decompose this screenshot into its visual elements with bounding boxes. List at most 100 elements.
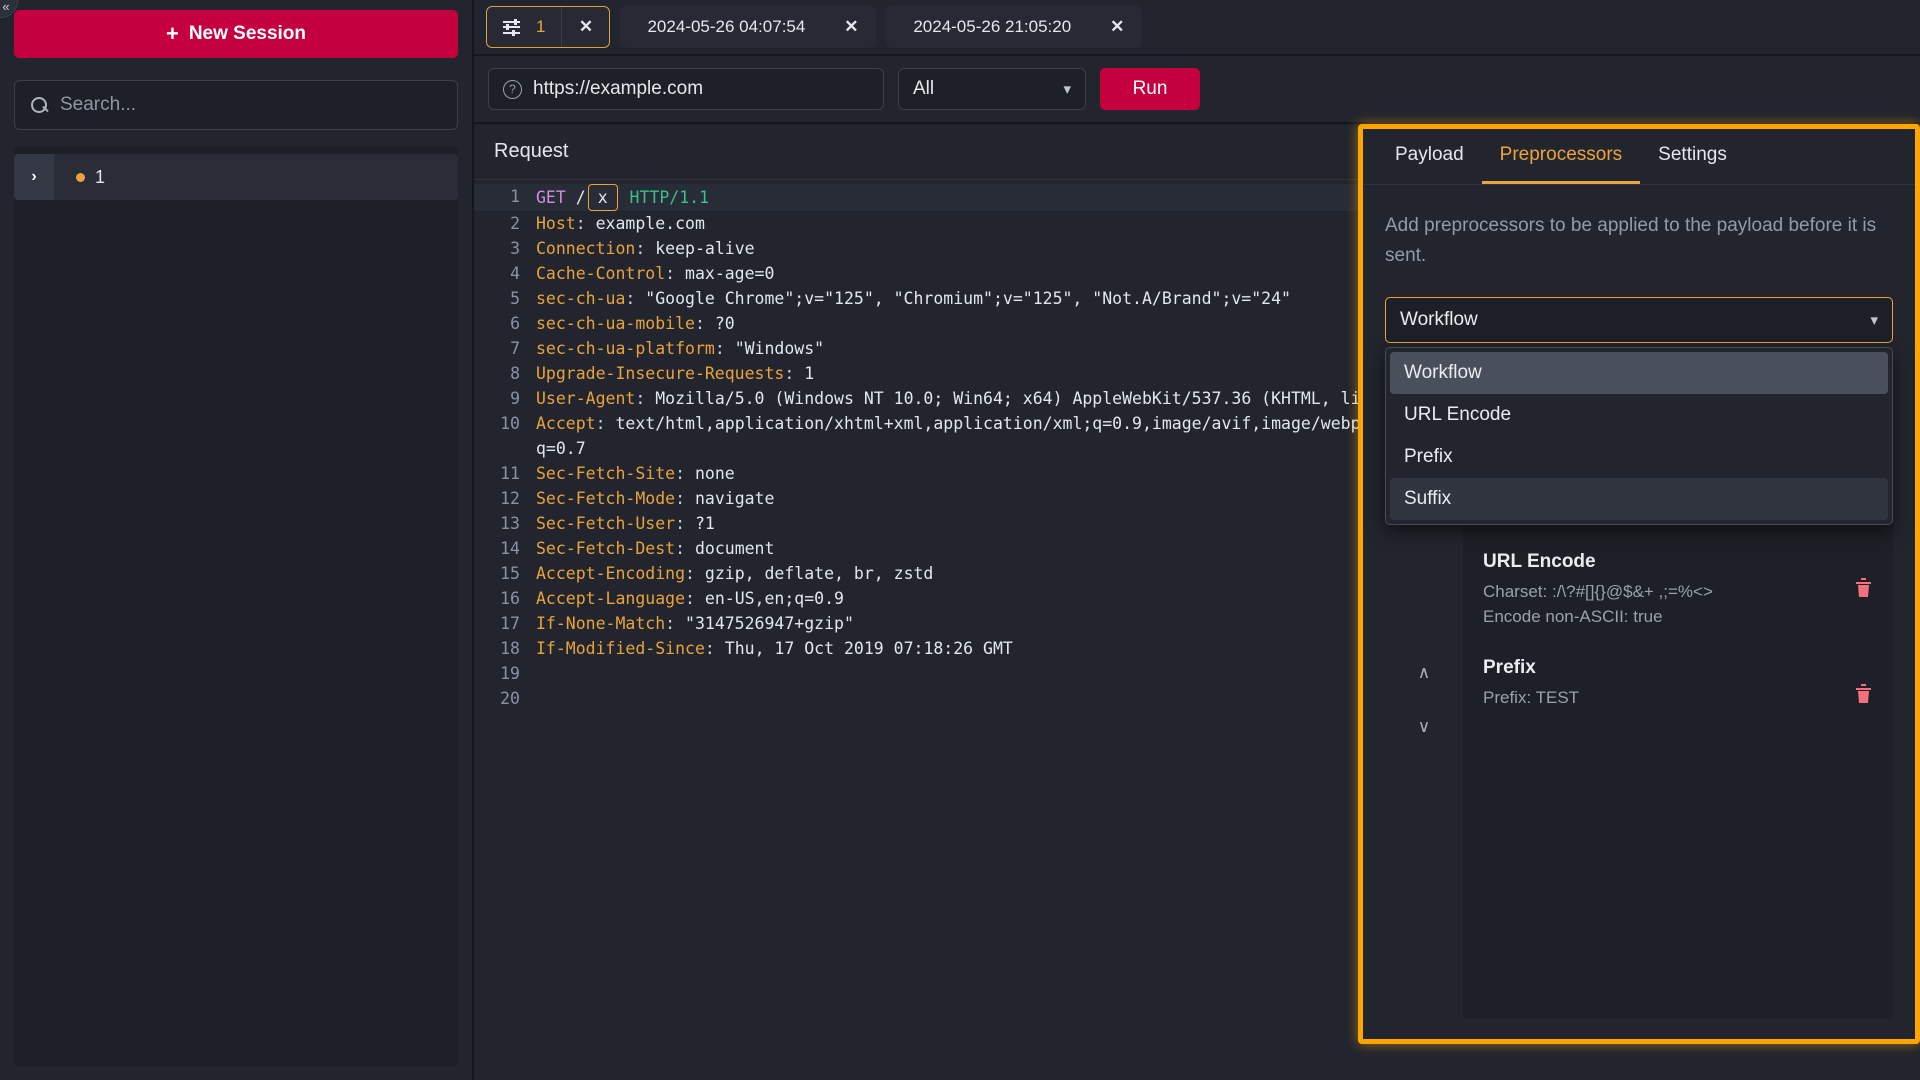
code-token: Sec-Fetch-User [536, 514, 676, 533]
menu-option-suffix[interactable]: Suffix [1390, 478, 1888, 520]
code-token: HTTP/1.1 [619, 188, 710, 207]
line-number: 4 [510, 264, 520, 283]
tab-label: 2024-05-26 04:07:54 [647, 17, 806, 36]
new-session-button[interactable]: + New Session [14, 10, 458, 58]
line-number: 17 [500, 614, 520, 633]
line-number: 10 [500, 414, 520, 433]
panel-lower: ∧ ∨ Active preprocessors URL Encode Char… [1385, 485, 1893, 1039]
line-number: 8 [510, 364, 520, 383]
code-token: "Google Chrome";v="125", "Chromium";v="1… [645, 289, 1291, 308]
code-token: : [665, 264, 686, 283]
close-icon[interactable]: ✕ [561, 7, 609, 47]
tab-preprocessors[interactable]: Preprocessors [1481, 129, 1641, 184]
chevron-right-icon[interactable]: › [14, 154, 54, 200]
code-token: document [694, 539, 775, 558]
code-token: User-Agent [536, 389, 636, 408]
search-icon [31, 96, 48, 114]
code-token: : [685, 564, 705, 583]
code-text: If-None-Match: "3147526947+gzip" [536, 611, 854, 636]
code-token: "3147526947+gzip" [685, 614, 854, 633]
search-input[interactable]: Search... [14, 80, 458, 130]
tab-settings[interactable]: Settings [1640, 129, 1745, 184]
menu-option-workflow[interactable]: Workflow [1390, 352, 1888, 394]
tab-payload[interactable]: Payload [1377, 129, 1482, 184]
panel-body: Add preprocessors to be applied to the p… [1363, 185, 1915, 1039]
code-token: : [665, 614, 686, 633]
menu-option-url-encode[interactable]: URL Encode [1390, 394, 1888, 436]
code-token: : [635, 389, 656, 408]
code-token: : [685, 589, 705, 608]
chevron-down-icon: ▾ [1063, 81, 1071, 98]
line-number: 15 [500, 564, 520, 583]
scope-select[interactable]: All ▾ [898, 68, 1086, 110]
line-number: 3 [510, 239, 520, 258]
line-number: 9 [510, 389, 520, 408]
active-preprocessor-item: URL Encode Charset: :/\?#[]{}@$&+ ,;=%<>… [1483, 551, 1873, 629]
code-token: keep-alive [655, 239, 755, 258]
code-token: "Windows" [734, 339, 825, 358]
close-icon[interactable]: ✕ [827, 7, 875, 47]
menu-option-prefix[interactable]: Prefix [1390, 436, 1888, 478]
session-list: › 1 [14, 146, 458, 1066]
code-token: : [675, 489, 695, 508]
code-token: : [714, 339, 735, 358]
preprocessor-select[interactable]: Workflow ▾ [1385, 297, 1893, 343]
session-list-item[interactable]: › 1 [14, 154, 458, 200]
active-preprocessors-box: Active preprocessors URL Encode Charset:… [1463, 485, 1893, 1019]
tab-session-2[interactable]: 2024-05-26 21:05:20 ✕ [886, 6, 1143, 48]
code-token: : [625, 289, 646, 308]
move-up-icon[interactable]: ∧ [1418, 663, 1430, 683]
code-token: Sec-Fetch-Dest [536, 539, 676, 558]
line-number: 7 [510, 339, 520, 358]
scope-value: All [913, 78, 935, 99]
code-token: : [635, 239, 656, 258]
code-text: Sec-Fetch-User: ?1 [536, 511, 715, 536]
code-text: GET / x HTTP/1.1 [536, 184, 709, 211]
code-token: sec-ch-ua-platform [536, 339, 715, 358]
preprocessor-dropdown-menu: Workflow URL Encode Prefix Suffix [1385, 347, 1893, 525]
code-token: / [575, 188, 586, 207]
sliders-icon [503, 18, 520, 36]
code-token: ?1 [694, 514, 715, 533]
code-text: Sec-Fetch-Mode: navigate [536, 486, 774, 511]
new-session-label: New Session [188, 23, 307, 44]
url-value: https://example.com [533, 78, 704, 99]
plus-icon: + [165, 21, 179, 46]
preprocessor-detail-prefix: Prefix: TEST [1483, 688, 1580, 707]
code-token: : [694, 314, 715, 333]
sidebar: « + New Session Search... › 1 [0, 0, 474, 1080]
url-input[interactable]: ? https://example.com [488, 68, 884, 110]
line-number: 6 [510, 314, 520, 333]
trash-icon[interactable] [1854, 683, 1873, 709]
preprocessors-panel: Payload Preprocessors Settings Add prepr… [1358, 124, 1920, 1044]
line-number: 5 [510, 289, 520, 308]
code-token: Accept-Encoding [536, 564, 686, 583]
run-button[interactable]: Run [1100, 68, 1200, 110]
code-token: Accept-Language [536, 589, 686, 608]
close-icon[interactable]: ✕ [1093, 7, 1141, 47]
tab-filter[interactable]: 1 ✕ [486, 6, 611, 48]
request-title: Request [494, 140, 569, 162]
help-icon: ? [503, 79, 522, 99]
line-number: 2 [510, 214, 520, 233]
search-placeholder: Search... [60, 94, 137, 115]
code-token: Host [536, 214, 576, 233]
tab-session-1[interactable]: 2024-05-26 04:07:54 ✕ [620, 6, 877, 48]
preprocessor-name: Prefix [1483, 657, 1536, 678]
preprocessor-select-value: Workflow [1400, 309, 1478, 330]
code-token: If-Modified-Since [536, 639, 705, 658]
payload-marker[interactable]: x [587, 184, 618, 211]
tab-bar: 1 ✕ 2024-05-26 04:07:54 ✕ 2024-05-26 21:… [474, 0, 1920, 56]
code-token: example.com [595, 214, 705, 233]
code-text: Accept-Encoding: gzip, deflate, br, zstd [536, 561, 933, 586]
trash-icon[interactable] [1854, 577, 1873, 603]
move-down-icon[interactable]: ∨ [1418, 717, 1430, 737]
reorder-controls: ∧ ∨ [1385, 485, 1463, 1039]
code-token: Accept [536, 414, 596, 433]
code-token: : [704, 639, 725, 658]
chevron-down-icon: ▾ [1870, 312, 1878, 329]
code-token: : [675, 464, 695, 483]
code-text: Host: example.com [536, 211, 705, 236]
